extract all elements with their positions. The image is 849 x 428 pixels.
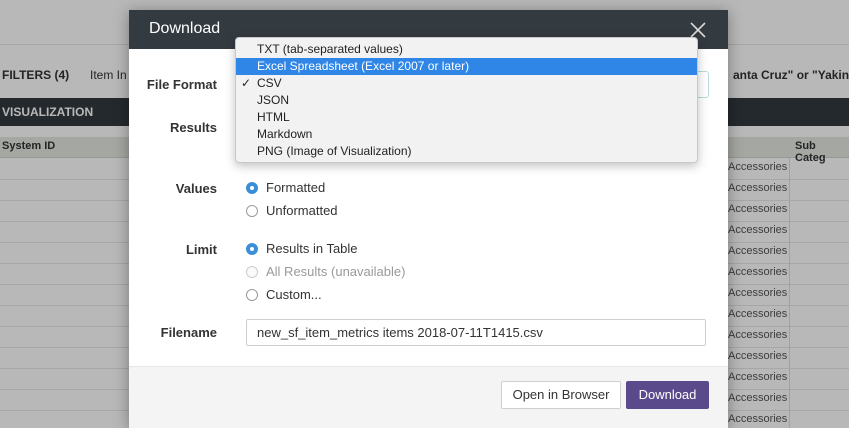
radio-button[interactable] <box>246 205 258 217</box>
option-label: PNG (Image of Visualization) <box>257 144 412 158</box>
dropdown-option-markdown[interactable]: Markdown <box>236 126 697 143</box>
file-format-dropdown-menu: TXT (tab-separated values) Excel Spreads… <box>235 37 698 163</box>
radio-label: All Results (unavailable) <box>266 264 406 279</box>
file-format-label: File Format <box>146 77 217 92</box>
dropdown-option-excel[interactable]: Excel Spreadsheet (Excel 2007 or later) <box>236 58 697 75</box>
radio-label: Formatted <box>266 180 326 195</box>
limit-label: Limit <box>185 242 217 257</box>
results-label: Results <box>170 120 217 135</box>
radio-button-disabled <box>246 266 258 278</box>
radio-button-checked[interactable] <box>246 182 258 194</box>
option-label: HTML <box>257 110 290 124</box>
option-label: TXT (tab-separated values) <box>257 42 403 56</box>
values-label: Values <box>175 181 217 196</box>
option-label: JSON <box>257 93 290 107</box>
radio-label: Unformatted <box>266 203 338 218</box>
dropdown-option-csv[interactable]: ✓ CSV <box>236 75 697 92</box>
radio-label: Results in Table <box>266 241 358 256</box>
download-button[interactable]: Download <box>626 381 709 409</box>
radio-label: Custom... <box>266 287 322 302</box>
radio-button-checked[interactable] <box>246 243 258 255</box>
option-label: Excel Spreadsheet (Excel 2007 or later) <box>257 59 470 73</box>
filename-label: Filename <box>160 325 217 340</box>
dialog-title: Download <box>149 20 221 37</box>
dropdown-option-png[interactable]: PNG (Image of Visualization) <box>236 143 697 160</box>
open-in-browser-button[interactable]: Open in Browser <box>501 381 621 409</box>
dialog-footer: Open in Browser Download <box>129 366 728 428</box>
dropdown-option-txt[interactable]: TXT (tab-separated values) <box>236 41 697 58</box>
option-label: Markdown <box>257 127 313 141</box>
checkmark-icon: ✓ <box>241 76 252 90</box>
option-label: CSV <box>257 76 282 90</box>
dropdown-option-json[interactable]: JSON <box>236 92 697 109</box>
dropdown-option-html[interactable]: HTML <box>236 109 697 126</box>
filename-input[interactable] <box>246 319 706 346</box>
radio-button[interactable] <box>246 289 258 301</box>
